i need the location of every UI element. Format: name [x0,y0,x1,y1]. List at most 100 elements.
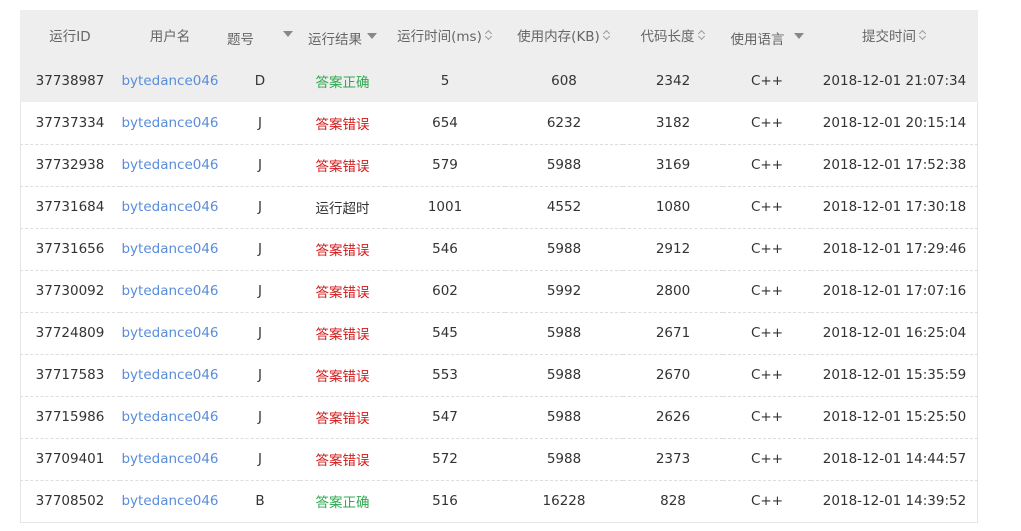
submit-time-value: 2018-12-01 17:52:38 [822,157,967,173]
result-value: 答案错误 [315,411,370,427]
cell-code-length: 828 [623,480,723,522]
code-length-value: 2912 [655,241,691,257]
memory-value: 16228 [542,493,586,509]
username-value[interactable]: bytedance046 [121,409,218,425]
cell-memory: 5988 [505,228,623,270]
run-id-value: 37732938 [35,157,105,173]
table-row: 37731656 bytedance046 J 答案错误 546 5988 2912 C++ 2… [20,228,978,270]
problem-filter-icon[interactable] [283,31,293,37]
code-length-value: 3169 [655,157,691,173]
memory-value: 4552 [546,199,582,215]
cell-problem: J [220,102,300,144]
submit-time-value: 2018-12-01 14:44:57 [822,451,967,467]
cell-code-length: 1080 [623,186,723,228]
username-value[interactable]: bytedance046 [121,493,218,509]
cell-submit-time: 2018-12-01 17:52:38 [811,144,978,186]
cell-run-id: 37737334 [20,102,120,144]
cell-run-id: 37730092 [20,270,120,312]
cell-code-length: 3182 [623,102,723,144]
submit-time-sort-icon[interactable] [919,28,927,42]
language-value: C++ [750,114,784,131]
runtime-value: 602 [432,283,458,299]
memory-sort-icon[interactable] [603,28,611,42]
table-row: 37724809 bytedance046 J 答案错误 545 5988 2671 C++ 2… [20,312,978,354]
run-id-value: 37717583 [35,367,105,383]
runtime-value: 572 [432,451,458,467]
cell-memory: 608 [505,60,623,102]
cell-code-length: 2342 [623,60,723,102]
username-value[interactable]: bytedance046 [121,241,218,257]
result-filter-icon[interactable] [367,33,377,39]
result-value: 答案正确 [315,75,370,91]
problem-value: J [258,114,262,131]
code-length-value: 2670 [655,367,691,383]
cell-result: 答案正确 [300,60,385,102]
cell-result: 答案错误 [300,396,385,438]
submit-time-value: 2018-12-01 14:39:52 [822,493,967,509]
cell-run-id: 37732938 [20,144,120,186]
cell-language: C++ [723,144,811,186]
cell-runtime: 547 [385,396,505,438]
runtime-value: 654 [432,114,458,131]
username-value[interactable]: bytedance046 [121,115,218,131]
language-value: C++ [750,199,784,215]
username-value[interactable]: bytedance046 [121,283,218,299]
language-filter-icon[interactable] [793,33,804,39]
cell-language: C++ [723,438,811,480]
cell-submit-time: 2018-12-01 20:15:14 [811,102,978,144]
cell-username: bytedance046 [120,354,220,396]
username-value[interactable]: bytedance046 [121,199,218,215]
cell-memory: 6232 [505,102,623,144]
username-value[interactable]: bytedance046 [121,325,218,341]
cell-memory: 16228 [505,480,623,522]
header-run-id: 运行ID [20,10,120,60]
header-problem: 题号 [220,10,300,60]
cell-language: C++ [723,480,811,522]
memory-value: 5988 [546,241,582,257]
language-value: C++ [750,493,784,509]
table-row: 37709401 bytedance046 J 答案错误 572 5988 2373 C++ 2… [20,438,978,480]
cell-submit-time: 2018-12-01 17:29:46 [811,228,978,270]
table-row: 37730092 bytedance046 J 答案错误 602 5992 2800 C++ 2… [20,270,978,312]
cell-problem: J [220,354,300,396]
cell-runtime: 654 [385,102,505,144]
header-memory[interactable]: 使用内存(KB) [505,10,623,60]
cell-code-length: 2912 [623,228,723,270]
header-run-id-label: 运行ID [49,29,91,45]
runtime-sort-icon[interactable] [485,28,493,42]
username-value[interactable]: bytedance046 [121,157,218,173]
header-language-label: 使用语言 [730,32,785,48]
username-value[interactable]: bytedance046 [121,451,218,467]
table-row: 37715986 bytedance046 J 答案错误 547 5988 2626 C++ 2… [20,396,978,438]
cell-language: C++ [723,228,811,270]
language-value: C++ [750,157,784,173]
cell-run-id: 37731684 [20,186,120,228]
cell-submit-time: 2018-12-01 15:35:59 [811,354,978,396]
username-value[interactable]: bytedance046 [121,73,218,89]
problem-value: D [254,73,266,89]
cell-memory: 5988 [505,438,623,480]
cell-result: 答案错误 [300,438,385,480]
code-length-sort-icon[interactable] [698,28,706,42]
language-value: C++ [750,409,784,425]
header-code-length[interactable]: 代码长度 [623,10,723,60]
cell-run-id: 37738987 [20,60,120,102]
language-value: C++ [750,451,784,467]
cell-runtime: 602 [385,270,505,312]
header-submit-time[interactable]: 提交时间 [811,10,978,60]
cell-result: 运行超时 [300,186,385,228]
problem-value: J [258,409,262,425]
cell-username: bytedance046 [120,396,220,438]
cell-username: bytedance046 [120,438,220,480]
memory-value: 5992 [546,283,582,299]
table-row: 37717583 bytedance046 J 答案错误 553 5988 2670 C++ 2… [20,354,978,396]
runtime-value: 5 [440,73,450,89]
header-runtime[interactable]: 运行时间(ms) [385,10,505,60]
cell-language: C++ [723,186,811,228]
submissions-table: 运行ID 用户名 题号 运行结果 运行时间(ms) 使用内存(KB) 代码长度 … [20,10,978,523]
header-memory-label: 使用内存(KB) [517,29,600,45]
username-value[interactable]: bytedance046 [121,367,218,383]
cell-result: 答案错误 [300,228,385,270]
memory-value: 5988 [546,367,582,383]
header-code-length-label: 代码长度 [640,29,695,45]
